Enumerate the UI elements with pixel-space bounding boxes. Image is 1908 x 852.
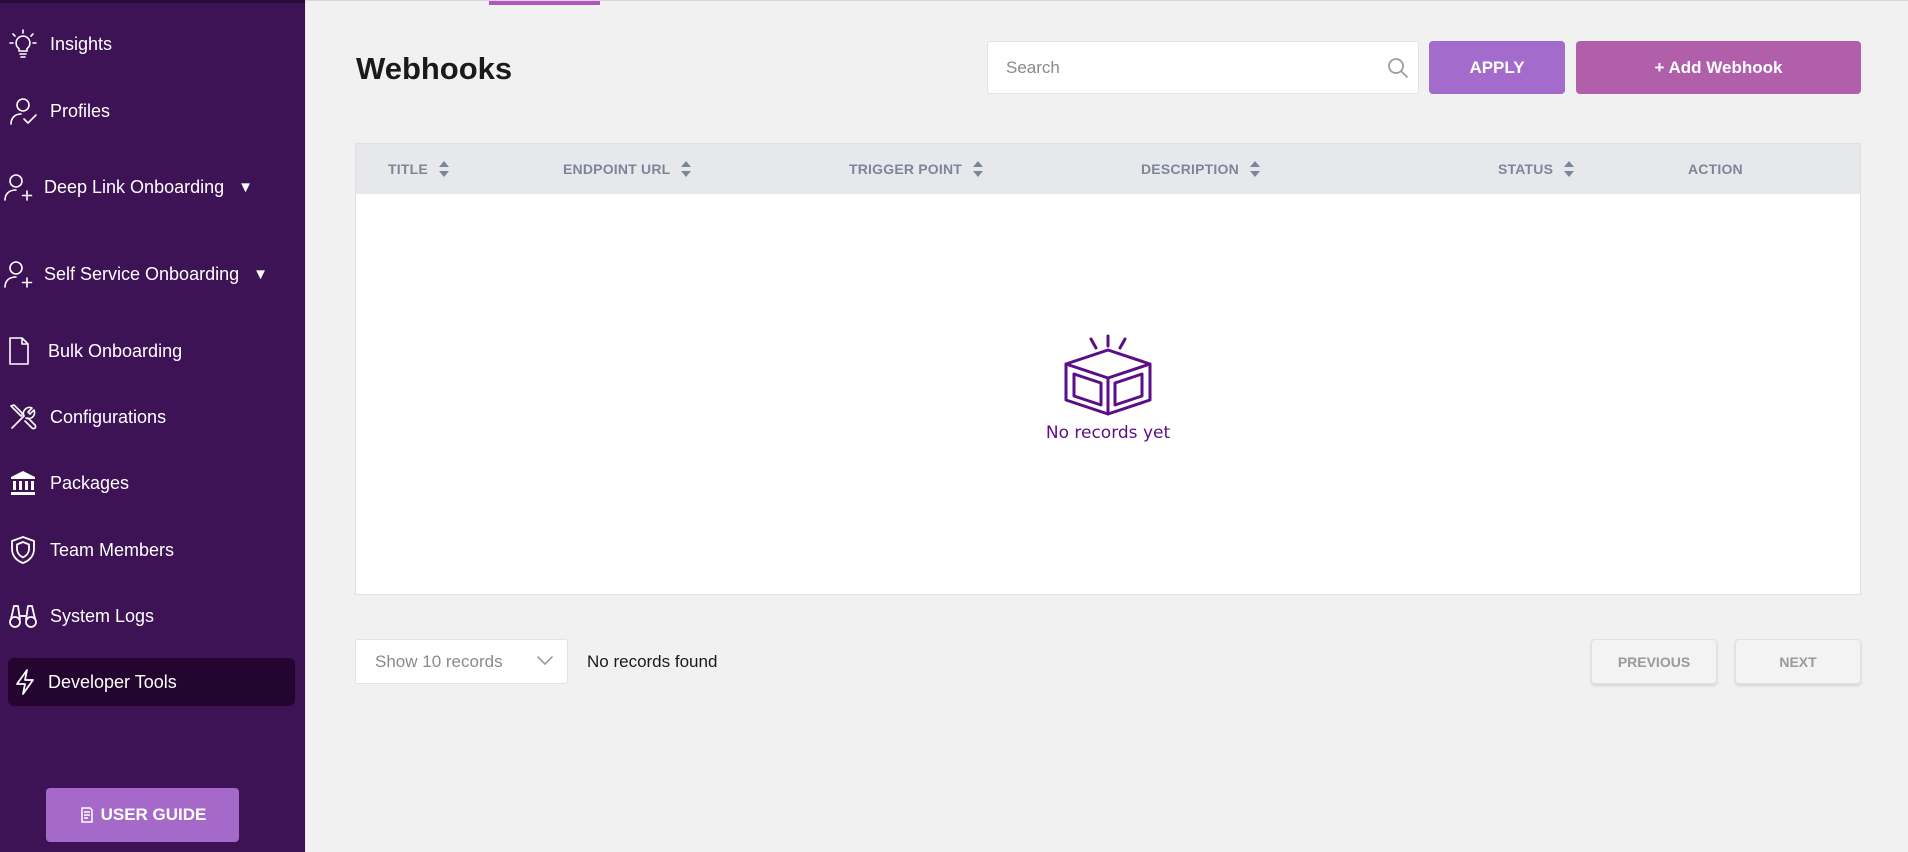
column-header-endpoint-url[interactable]: ENDPOINT URL	[563, 144, 692, 194]
sidebar-item-label: Self Service Onboarding	[44, 263, 240, 284]
sidebar-item-label: Deep Link Onboarding	[44, 176, 225, 197]
sidebar-item-developer-tools[interactable]: Developer Tools	[8, 658, 295, 706]
chevron-down-icon[interactable]: ▼	[253, 266, 268, 283]
search-icon[interactable]	[1378, 57, 1418, 79]
column-label: STATUS	[1498, 161, 1554, 177]
empty-state: No records yet	[356, 332, 1860, 443]
user-plus-icon	[4, 259, 34, 289]
lightning-icon	[10, 667, 40, 697]
guide-document-icon	[79, 807, 95, 823]
document-icon	[4, 336, 34, 366]
column-label: TITLE	[388, 161, 428, 177]
user-guide-label: USER GUIDE	[100, 805, 207, 824]
sidebar-item-label: Developer Tools	[48, 671, 177, 692]
lightbulb-icon	[8, 29, 38, 59]
chevron-down-icon	[537, 653, 553, 671]
column-header-trigger-point[interactable]: TRIGGER POINT	[849, 144, 984, 194]
open-box-icon	[1063, 332, 1153, 421]
tools-icon	[8, 402, 38, 432]
sort-icon[interactable]	[1249, 160, 1261, 178]
sidebar-item-team-members[interactable]: Team Members	[8, 526, 295, 574]
column-label: ENDPOINT URL	[563, 161, 671, 177]
sidebar-item-configurations[interactable]: Configurations	[8, 393, 295, 441]
column-header-title[interactable]: TITLE	[388, 144, 450, 194]
page-title: Webhooks	[356, 51, 513, 86]
binoculars-icon	[8, 601, 38, 631]
empty-state-text: No records yet	[1045, 423, 1171, 443]
add-webhook-button[interactable]: + Add Webhook	[1576, 41, 1861, 94]
sort-icon[interactable]	[1563, 160, 1575, 178]
sidebar-item-label: Profiles	[50, 100, 111, 121]
records-per-page-value: Show 10 records	[375, 651, 503, 671]
webhooks-table: TITLE ENDPOINT URL TRIGGER POINT DESCRIP…	[355, 143, 1861, 595]
sidebar-item-label: Packages	[50, 472, 130, 493]
sort-icon[interactable]	[972, 160, 984, 178]
records-per-page-select[interactable]: Show 10 records	[355, 639, 568, 684]
sidebar-item-label: Team Members	[50, 539, 175, 560]
column-header-action: ACTION	[1688, 144, 1743, 194]
column-label: ACTION	[1688, 161, 1743, 177]
previous-page-button[interactable]: PREVIOUS	[1591, 639, 1717, 684]
chevron-down-icon[interactable]: ▼	[238, 179, 253, 196]
active-tab-indicator	[489, 1, 600, 5]
sidebar-item-self-service-onboarding[interactable]: Self Service Onboarding ▼	[4, 250, 295, 298]
search-input[interactable]	[988, 42, 1378, 93]
sidebar-item-packages[interactable]: Packages	[8, 459, 295, 507]
shield-icon	[8, 535, 38, 565]
sidebar-item-system-logs[interactable]: System Logs	[8, 592, 295, 640]
records-status-text: No records found	[587, 652, 718, 671]
search-box	[987, 41, 1419, 94]
column-header-description[interactable]: DESCRIPTION	[1141, 144, 1261, 194]
sort-icon[interactable]	[438, 160, 450, 178]
bank-icon	[8, 468, 38, 498]
sidebar-item-bulk-onboarding[interactable]: Bulk Onboarding	[8, 327, 295, 375]
user-check-icon	[8, 96, 38, 126]
column-header-status[interactable]: STATUS	[1498, 144, 1575, 194]
user-plus-icon	[4, 172, 34, 202]
sort-icon[interactable]	[680, 160, 692, 178]
sidebar-item-label: Insights	[50, 33, 113, 54]
sidebar-item-profiles[interactable]: Profiles	[8, 87, 295, 135]
sidebar-item-deep-link-onboarding[interactable]: Deep Link Onboarding ▼	[4, 163, 295, 211]
main-content: Webhooks APPLY + Add Webhook TITLE ENDPO…	[305, 0, 1908, 852]
column-label: TRIGGER POINT	[849, 161, 963, 177]
sidebar: Insights Profiles Deep Link Onboarding ▼	[0, 0, 305, 852]
user-guide-button[interactable]: USER GUIDE	[46, 788, 239, 842]
sidebar-item-label: Configurations	[50, 406, 167, 427]
sidebar-item-insights[interactable]: Insights	[8, 20, 295, 68]
next-page-button[interactable]: NEXT	[1735, 639, 1861, 684]
apply-button[interactable]: APPLY	[1429, 41, 1565, 94]
column-label: DESCRIPTION	[1141, 161, 1239, 177]
table-header: TITLE ENDPOINT URL TRIGGER POINT DESCRIP…	[356, 144, 1860, 194]
sidebar-item-label: Bulk Onboarding	[48, 340, 183, 361]
sidebar-item-label: System Logs	[50, 605, 155, 626]
